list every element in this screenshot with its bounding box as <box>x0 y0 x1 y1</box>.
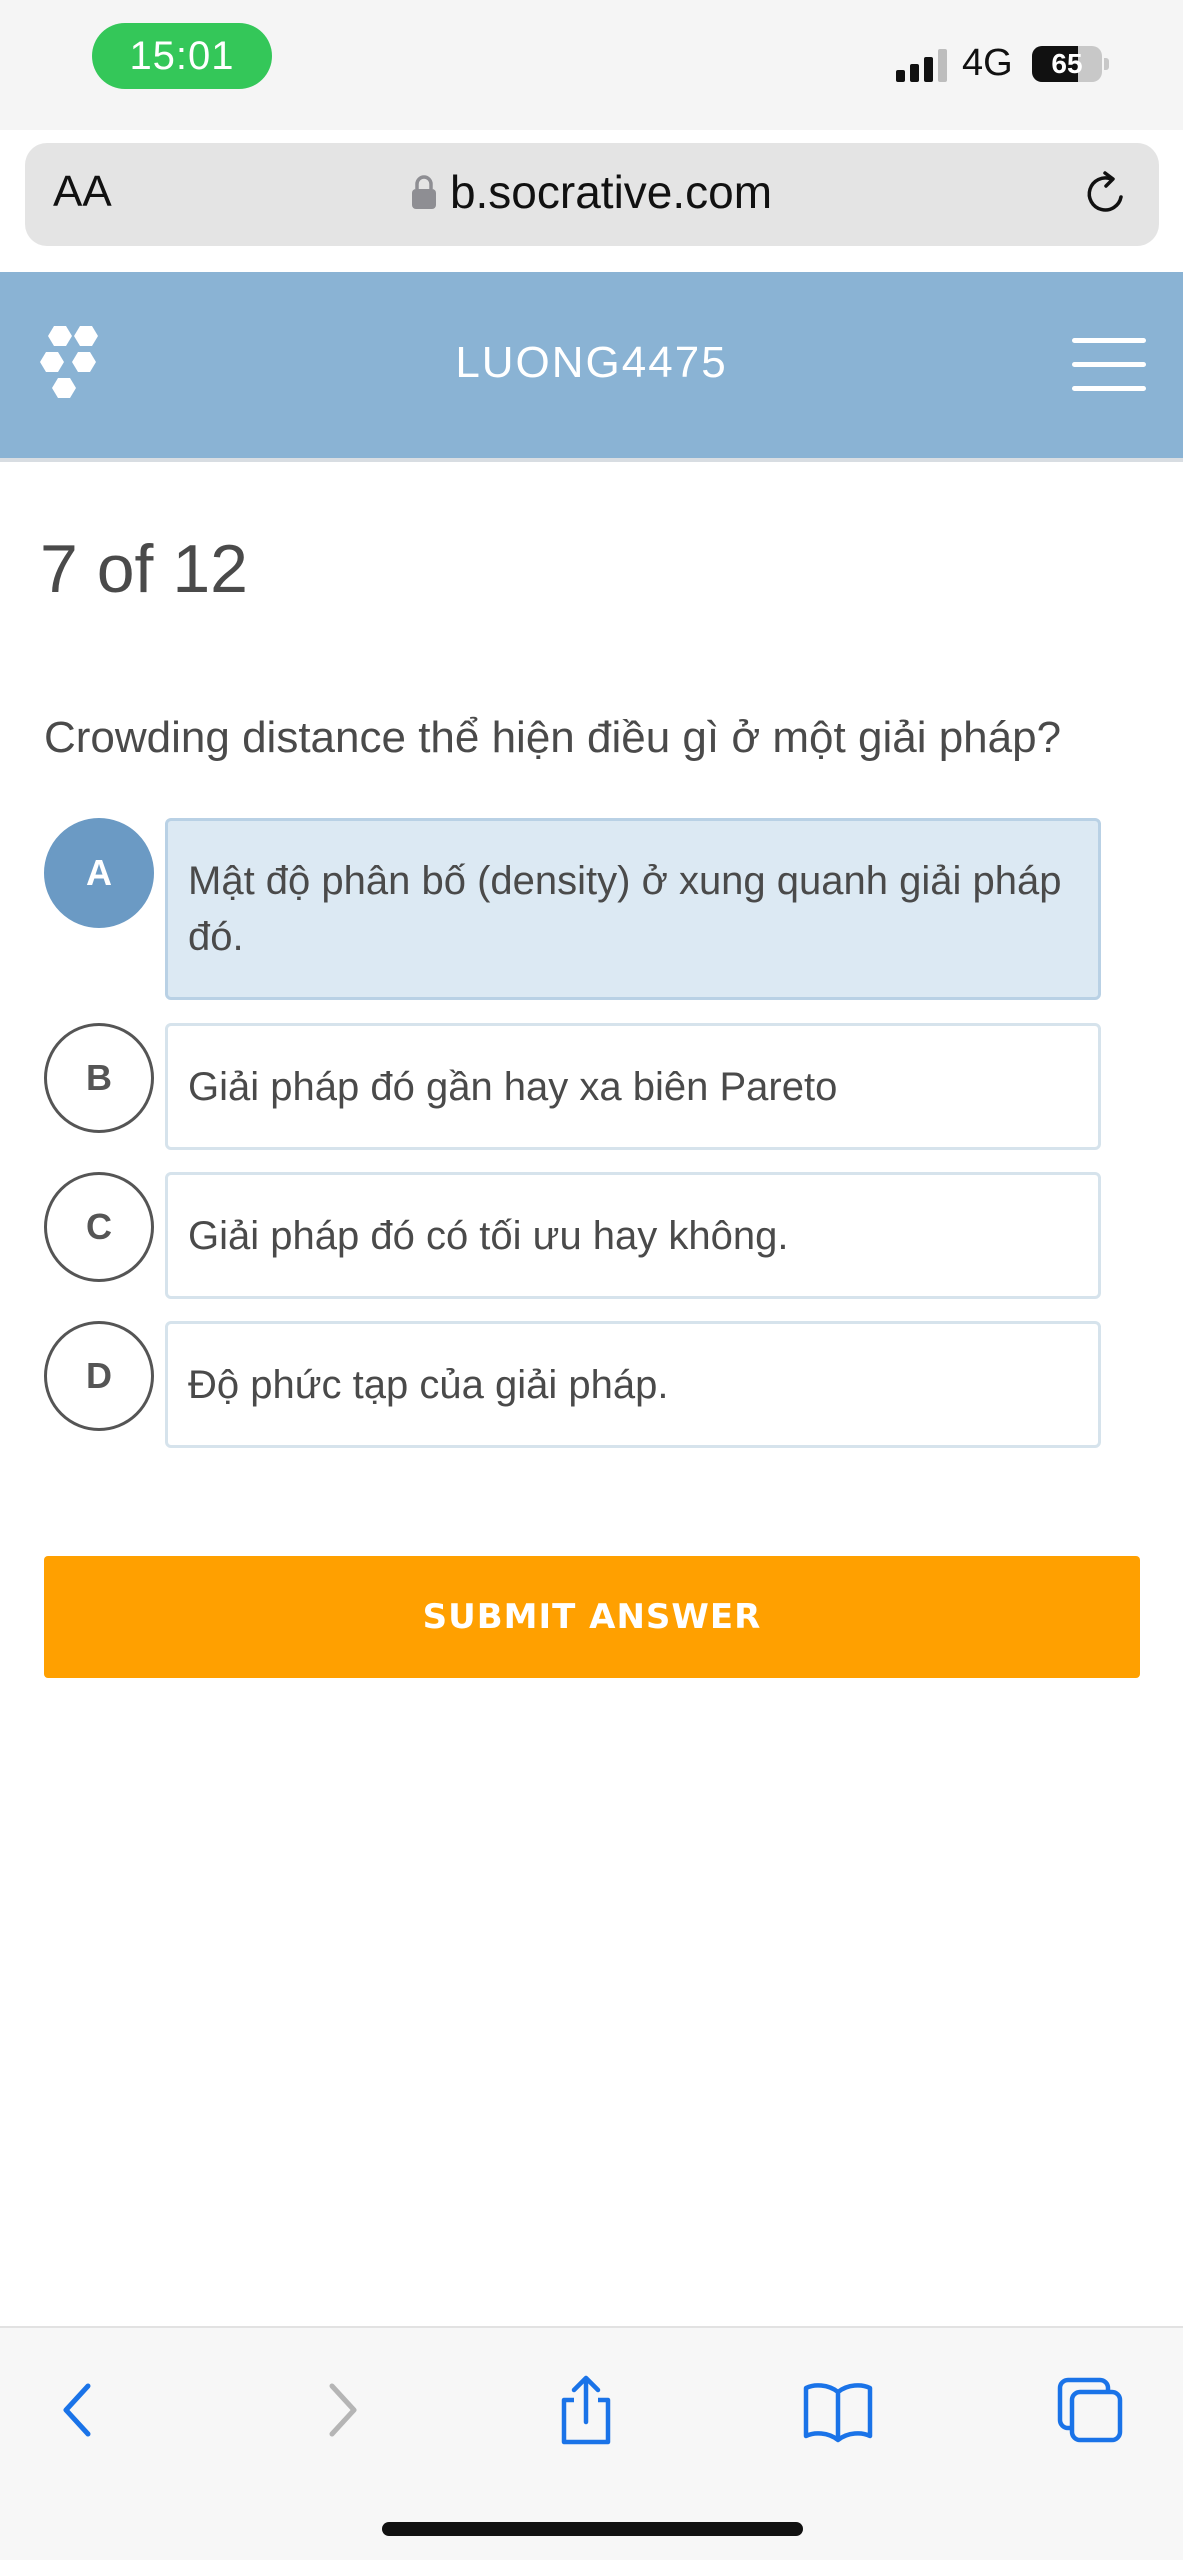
option-text: Độ phức tạp của giải pháp. <box>188 1362 669 1407</box>
option-letter-badge[interactable]: D <box>44 1321 154 1431</box>
home-indicator <box>382 2522 803 2536</box>
tabs-icon[interactable] <box>1050 2370 1130 2450</box>
battery-percent: 65 <box>1051 48 1083 79</box>
hamburger-menu-icon[interactable] <box>1072 338 1146 392</box>
status-bar: 15:01 4G 65 <box>0 0 1183 130</box>
lock-icon <box>411 175 436 209</box>
address-bar[interactable]: AA b.socrative.com <box>25 143 1159 246</box>
forward-icon[interactable] <box>300 2370 380 2450</box>
option-text-box[interactable]: Giải pháp đó có tối ưu hay không. <box>165 1172 1101 1299</box>
url-text: b.socrative.com <box>449 166 773 218</box>
battery-icon: 65 <box>1032 46 1102 82</box>
bookmarks-icon[interactable] <box>798 2370 878 2450</box>
option-text-box[interactable]: Độ phức tạp của giải pháp. <box>165 1321 1101 1448</box>
cellular-signal-icon <box>896 48 950 82</box>
network-type: 4G <box>962 42 1013 84</box>
share-icon[interactable] <box>546 2370 626 2450</box>
back-icon[interactable] <box>40 2370 120 2450</box>
status-time: 15:01 <box>92 23 272 89</box>
battery-tip <box>1104 58 1109 70</box>
submit-answer-button[interactable]: SUBMIT ANSWER <box>44 1556 1140 1678</box>
option-text-box[interactable]: Giải pháp đó gần hay xa biên Pareto <box>165 1023 1101 1150</box>
option-letter-badge[interactable]: B <box>44 1023 154 1133</box>
reload-icon[interactable] <box>1079 167 1133 221</box>
option-text: Giải pháp đó có tối ưu hay không. <box>188 1213 789 1258</box>
option-letter-badge[interactable]: C <box>44 1172 154 1282</box>
url-display[interactable]: b.socrative.com <box>25 165 1159 219</box>
option-text: Mật độ phân bố (density) ở xung quanh gi… <box>188 859 1062 959</box>
option-letter-badge[interactable]: A <box>44 818 154 928</box>
room-name: LUONG4475 <box>455 338 728 387</box>
question-text: Crowding distance thể hiện điều gì ở một… <box>44 713 1062 762</box>
header-divider <box>0 458 1183 462</box>
option-text: Giải pháp đó gần hay xa biên Pareto <box>188 1064 838 1109</box>
option-text-box[interactable]: Mật độ phân bố (density) ở xung quanh gi… <box>165 818 1101 1000</box>
question-progress: 7 of 12 <box>40 531 248 607</box>
app-header: LUONG4475 <box>0 272 1183 458</box>
